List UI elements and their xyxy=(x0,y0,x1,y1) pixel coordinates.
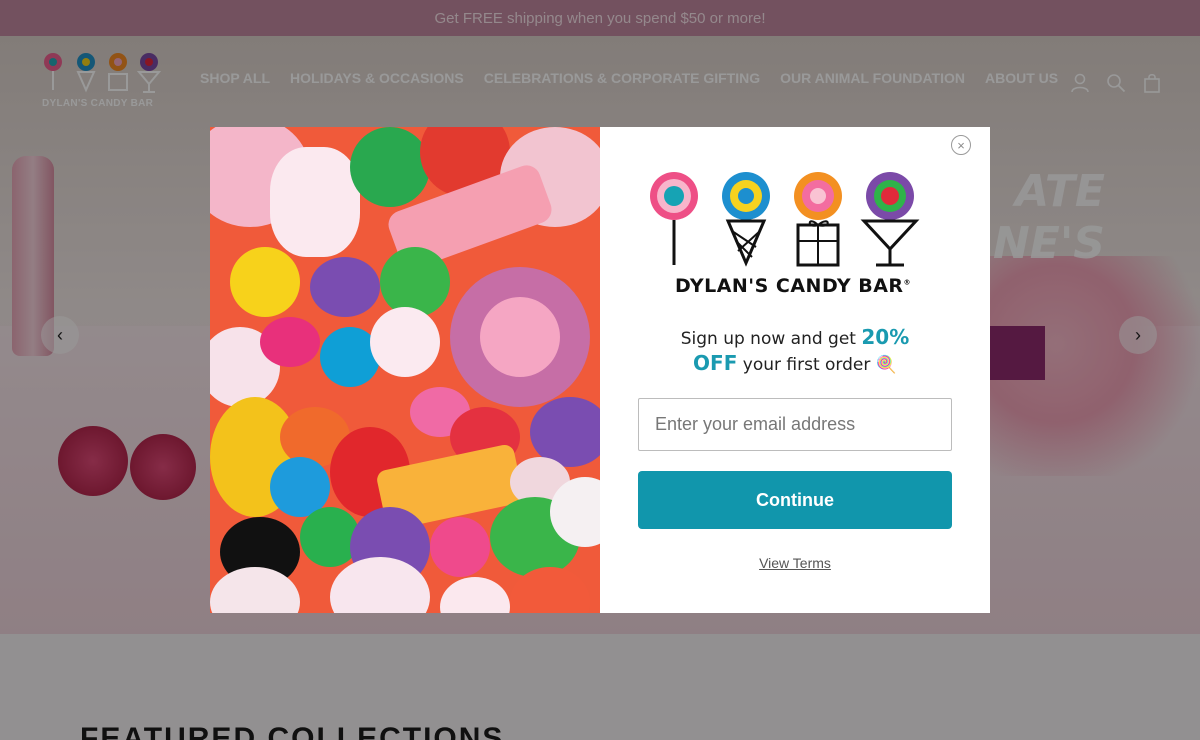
lollipop-icon: 🍭 xyxy=(875,355,897,375)
candy-logo-icon xyxy=(650,172,920,267)
candy-image xyxy=(210,127,600,613)
offer-text: Sign up now and get 20% OFF your first o… xyxy=(630,325,960,377)
offer-prefix: Sign up now and get xyxy=(680,329,856,349)
close-button[interactable]: × xyxy=(951,135,971,155)
brand-name: DYLAN'S CANDY BAR® xyxy=(648,275,938,297)
registered-mark: ® xyxy=(903,278,912,287)
offer-off: OFF xyxy=(693,351,738,375)
email-input[interactable] xyxy=(638,398,952,451)
offer-suffix: your first order xyxy=(742,355,871,375)
brand-logo: DYLAN'S CANDY BAR® xyxy=(648,171,938,301)
brand-name-text: DYLAN'S CANDY BAR xyxy=(674,275,904,297)
signup-popup: × DYLAN'S CANDY BAR® Sign up now and get… xyxy=(210,127,990,613)
signup-form: × DYLAN'S CANDY BAR® Sign up now and get… xyxy=(600,127,990,613)
offer-percent: 20% xyxy=(861,325,910,349)
continue-button[interactable]: Continue xyxy=(638,471,952,529)
close-icon: × xyxy=(957,137,965,153)
view-terms-link[interactable]: View Terms xyxy=(600,555,990,571)
